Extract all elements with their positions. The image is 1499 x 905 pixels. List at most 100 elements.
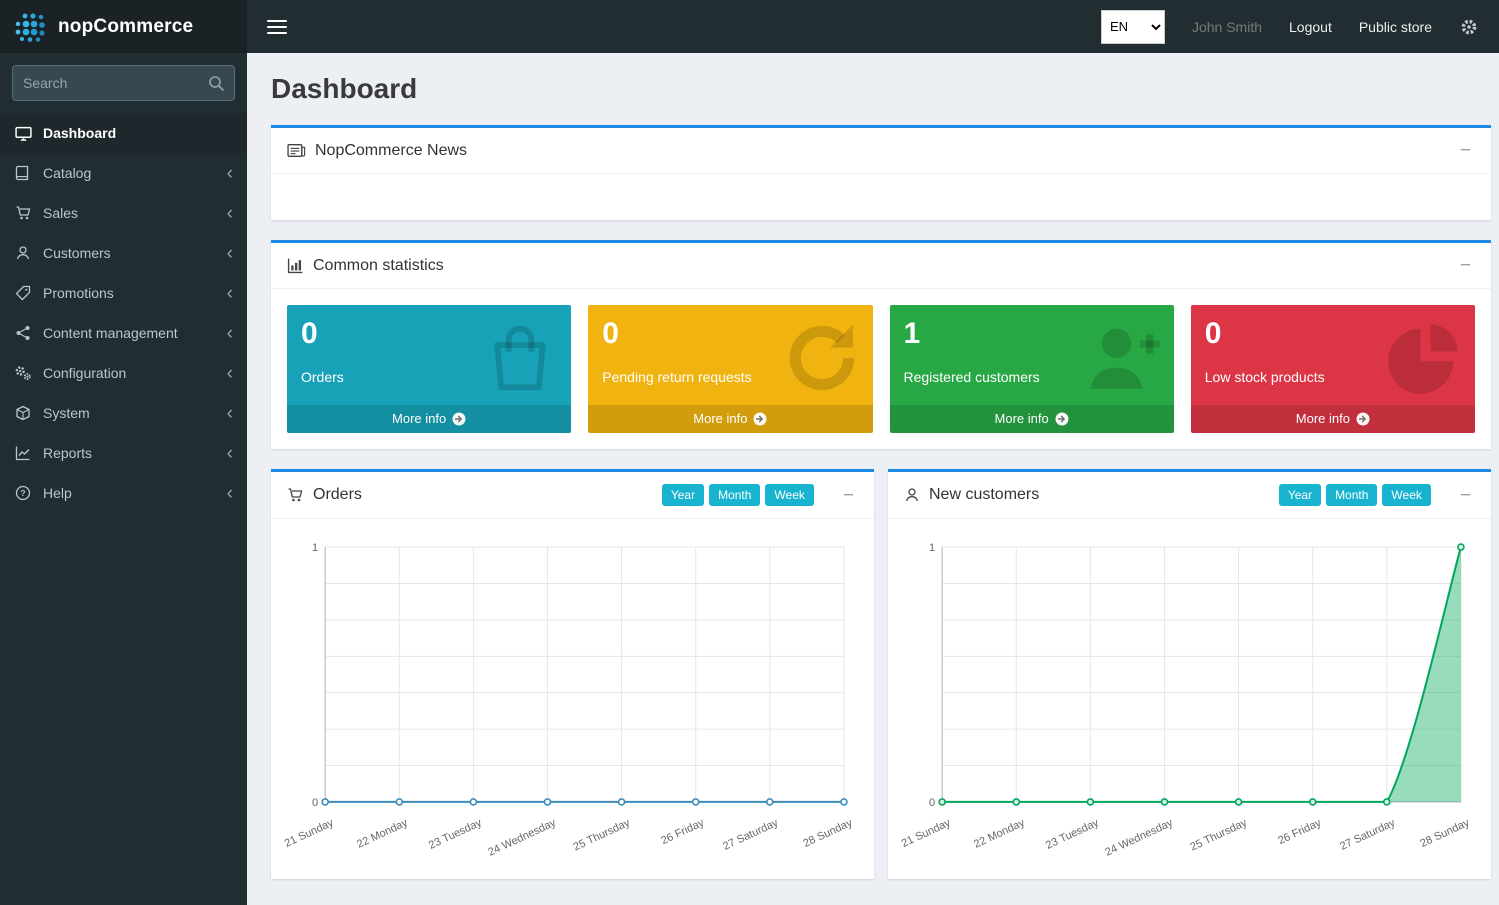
topbar-right: EN John Smith Logout Public store <box>1101 10 1479 44</box>
brand-dots-icon <box>12 8 50 46</box>
shopping-bag-icon <box>481 319 559 397</box>
svg-text:26 Friday: 26 Friday <box>1276 817 1323 847</box>
new-customers-range-buttons: Year Month Week <box>1279 484 1431 506</box>
sidebar-item-customers[interactable]: Customers ‹ <box>0 233 247 273</box>
sidebar-item-reports[interactable]: Reports ‹ <box>0 433 247 473</box>
new-customers-month-button[interactable]: Month <box>1326 484 1377 506</box>
topbar: EN John Smith Logout Public store <box>247 0 1499 53</box>
brand-logo[interactable]: nopCommerce <box>0 0 247 53</box>
more-info-label: More info <box>995 411 1049 426</box>
arrow-circle-right-icon <box>753 412 767 426</box>
sidebar: nopCommerce Dashboard Catalog ‹ <box>0 0 247 905</box>
svg-text:24 Wednesday: 24 Wednesday <box>486 817 558 859</box>
chevron-left-icon: ‹ <box>227 444 233 463</box>
sidebar-item-label: Sales <box>43 205 78 221</box>
chevron-left-icon: ‹ <box>227 204 233 223</box>
news-panel-header: NopCommerce News − <box>271 128 1491 174</box>
svg-text:0: 0 <box>929 797 935 809</box>
news-panel-title: NopCommerce News <box>315 142 467 160</box>
cart-icon <box>14 205 32 221</box>
svg-text:1: 1 <box>929 542 935 554</box>
sidebar-item-sales[interactable]: Sales ‹ <box>0 193 247 233</box>
sidebar-item-label: System <box>43 405 90 421</box>
sidebar-item-label: Customers <box>43 245 111 261</box>
monitor-icon <box>14 125 32 142</box>
sidebar-item-label: Dashboard <box>43 125 116 141</box>
svg-text:25 Thursday: 25 Thursday <box>571 817 632 854</box>
hamburger-menu-button[interactable] <box>267 20 287 34</box>
sidebar-item-label: Promotions <box>43 285 114 301</box>
orders-range-buttons: Year Month Week <box>662 484 814 506</box>
svg-text:22 Monday: 22 Monday <box>972 817 1027 851</box>
main-content: Dashboard NopCommerce News − Common stat… <box>247 53 1499 905</box>
registered-customers-more-info-link[interactable]: More info <box>890 405 1174 433</box>
info-box-main: 0 Low stock products <box>1191 305 1475 405</box>
sidebar-item-dashboard[interactable]: Dashboard <box>0 113 247 153</box>
news-panel: NopCommerce News − <box>271 125 1491 220</box>
user-icon <box>14 245 32 261</box>
sidebar-item-help[interactable]: ? Help ‹ <box>0 473 247 513</box>
cart-icon <box>287 487 304 503</box>
bar-chart-icon <box>287 257 304 274</box>
svg-text:26 Friday: 26 Friday <box>659 817 706 847</box>
sidebar-item-label: Catalog <box>43 165 91 181</box>
share-nodes-icon <box>14 325 32 341</box>
orders-week-button[interactable]: Week <box>765 484 813 506</box>
chart-line-icon <box>14 445 32 461</box>
tag-icon <box>14 285 32 301</box>
info-box-main: 0 Orders <box>287 305 571 405</box>
chevron-left-icon: ‹ <box>227 364 233 383</box>
sidebar-item-label: Content management <box>43 325 178 341</box>
svg-text:21 Sunday: 21 Sunday <box>283 817 336 850</box>
svg-text:25 Thursday: 25 Thursday <box>1188 817 1249 854</box>
search-button[interactable] <box>201 68 231 98</box>
orders-line-chart: 1021 Sunday22 Monday23 Tuesday24 Wednesd… <box>279 531 866 862</box>
brand-name: nopCommerce <box>58 16 193 38</box>
language-select[interactable]: EN <box>1101 10 1165 44</box>
statistics-panel-title: Common statistics <box>313 257 444 275</box>
public-store-link[interactable]: Public store <box>1359 19 1432 35</box>
collapse-icon[interactable]: − <box>1456 141 1475 160</box>
statistics-boxes: 0 Orders More info 0 Pending return req <box>271 289 1491 449</box>
collapse-icon[interactable]: − <box>1456 486 1475 505</box>
sidebar-item-promotions[interactable]: Promotions ‹ <box>0 273 247 313</box>
sidebar-item-label: Configuration <box>43 365 126 381</box>
collapse-icon[interactable]: − <box>1456 256 1475 275</box>
question-circle-icon: ? <box>14 485 32 501</box>
new-customers-year-button[interactable]: Year <box>1279 484 1321 506</box>
orders-more-info-link[interactable]: More info <box>287 405 571 433</box>
chevron-left-icon: ‹ <box>227 324 233 343</box>
charts-row: Orders Year Month Week − 1 0 21 Sunday 22 M… <box>271 469 1491 879</box>
sidebar-item-content-management[interactable]: Content management ‹ <box>0 313 247 353</box>
orders-year-button[interactable]: Year <box>662 484 704 506</box>
svg-text:1: 1 <box>312 542 318 554</box>
collapse-icon[interactable]: − <box>839 486 858 505</box>
more-info-label: More info <box>392 411 446 426</box>
new-customers-chart-panel: New customers Year Month Week − 1021 Sun… <box>888 469 1491 879</box>
refresh-icon <box>783 319 861 397</box>
orders-chart-body: 1021 Sunday22 Monday23 Tuesday24 Wednesd… <box>271 519 874 862</box>
orders-chart-header: Orders Year Month Week − <box>271 472 874 519</box>
sidebar-menu: Dashboard Catalog ‹ Sales ‹ Customers ‹ <box>0 113 247 513</box>
svg-text:27 Saturday: 27 Saturday <box>1338 817 1397 853</box>
sidebar-item-catalog[interactable]: Catalog ‹ <box>0 153 247 193</box>
sidebar-item-label: Reports <box>43 445 92 461</box>
settings-gear-icon[interactable] <box>1459 17 1479 37</box>
low-stock-more-info-link[interactable]: More info <box>1191 405 1475 433</box>
chevron-left-icon: ‹ <box>227 164 233 183</box>
logout-link[interactable]: Logout <box>1289 19 1332 35</box>
svg-text:28 Sunday: 28 Sunday <box>801 817 854 850</box>
news-panel-body <box>271 174 1491 220</box>
sidebar-item-configuration[interactable]: Configuration ‹ <box>0 353 247 393</box>
new-customers-week-button[interactable]: Week <box>1382 484 1430 506</box>
sidebar-item-system[interactable]: System ‹ <box>0 393 247 433</box>
low-stock-info-box: 0 Low stock products More info <box>1191 305 1475 433</box>
orders-info-box: 0 Orders More info <box>287 305 571 433</box>
chevron-left-icon: ‹ <box>227 404 233 423</box>
orders-chart-panel: Orders Year Month Week − 1021 Sunday22 M… <box>271 469 874 879</box>
gears-icon <box>14 365 32 381</box>
orders-month-button[interactable]: Month <box>709 484 760 506</box>
svg-text:22 Monday: 22 Monday <box>355 817 410 851</box>
new-customers-chart-header: New customers Year Month Week − <box>888 472 1491 519</box>
pending-returns-more-info-link[interactable]: More info <box>588 405 872 433</box>
